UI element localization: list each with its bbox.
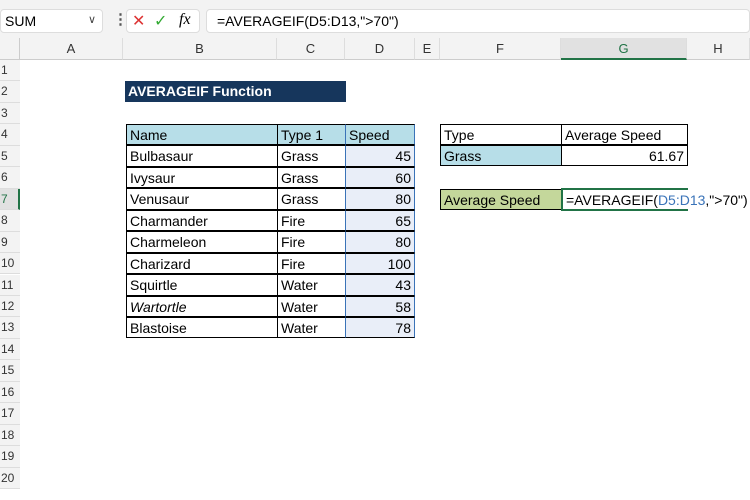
table-cell[interactable]: Grass	[277, 188, 346, 210]
avg-speed-label[interactable]: Average Speed	[440, 189, 562, 211]
formula-part: ,">70")	[705, 192, 748, 208]
table-header[interactable]: Name	[126, 124, 278, 146]
row-header-5[interactable]: 5	[0, 145, 20, 168]
summary-header-avg[interactable]: Average Speed	[561, 124, 688, 146]
table-cell[interactable]: Water	[277, 274, 346, 296]
table-cell[interactable]: Charmeleon	[126, 231, 278, 253]
table-cell[interactable]: 78	[345, 317, 415, 339]
row-header-13[interactable]: 13	[0, 317, 20, 339]
table-cell[interactable]: Charmander	[126, 209, 278, 232]
column-header-E[interactable]: E	[415, 38, 440, 60]
row-header-20[interactable]: 20	[0, 467, 20, 489]
table-cell[interactable]: Fire	[277, 231, 346, 253]
table-cell[interactable]: 65	[345, 209, 415, 232]
chevron-down-icon[interactable]: ∨	[88, 13, 96, 26]
formula-toolbar: SUM ∨ ⋮ ✕ ✓ fx =AVERAGEIF(D5:D13,">70")	[0, 0, 750, 38]
summary-type[interactable]: Grass	[440, 145, 562, 167]
select-all[interactable]	[0, 38, 20, 60]
row-header-12[interactable]: 12	[0, 295, 20, 318]
column-header-A[interactable]: A	[20, 38, 123, 60]
table-cell[interactable]: Fire	[277, 252, 346, 275]
insert-function-icon[interactable]: fx	[179, 11, 191, 29]
column-header-G[interactable]: G	[561, 38, 687, 60]
name-box-value: SUM	[5, 13, 37, 29]
table-cell[interactable]: 100	[345, 252, 415, 275]
row-header-19[interactable]: 19	[0, 446, 20, 468]
table-cell[interactable]: Blastoise	[126, 317, 278, 339]
table-header[interactable]: Type 1	[277, 124, 346, 146]
column-header-C[interactable]: C	[277, 38, 345, 60]
row-header-6[interactable]: 6	[0, 167, 20, 189]
column-header-B[interactable]: B	[123, 38, 277, 60]
table-cell[interactable]: Wartortle	[126, 295, 278, 317]
column-header-F[interactable]: F	[440, 38, 561, 60]
title-cell[interactable]: AVERAGEIF Function	[125, 81, 346, 103]
summary-avg[interactable]: 61.67	[561, 145, 688, 167]
table-cell[interactable]: Ivysaur	[126, 166, 278, 189]
row-header-15[interactable]: 15	[0, 360, 20, 382]
formula-range-ref: D5:D13	[657, 192, 706, 208]
table-header[interactable]: Speed	[345, 124, 415, 146]
table-cell[interactable]: 80	[345, 231, 415, 253]
table-cell[interactable]: Venusaur	[126, 188, 278, 210]
formula-input[interactable]: =AVERAGEIF(D5:D13,">70")	[206, 9, 750, 33]
row-header-18[interactable]: 18	[0, 424, 20, 447]
column-header-D[interactable]: D	[345, 38, 415, 60]
row-header-9[interactable]: 9	[0, 231, 20, 254]
enter-icon[interactable]: ✓	[154, 11, 167, 31]
row-header-2[interactable]: 2	[0, 81, 20, 103]
row-header-7[interactable]: 7	[0, 188, 20, 211]
row-header-10[interactable]: 10	[0, 253, 20, 275]
cancel-icon[interactable]: ✕	[132, 11, 145, 31]
row-header-4[interactable]: 4	[0, 124, 20, 146]
table-cell[interactable]: Fire	[277, 209, 346, 232]
table-cell[interactable]: Bulbasaur	[126, 145, 278, 167]
table-cell[interactable]: Grass	[277, 166, 346, 189]
table-cell[interactable]: Water	[277, 317, 346, 339]
table-cell[interactable]: 43	[345, 274, 415, 296]
formula-part: =AVERAGEIF(	[566, 192, 658, 208]
summary-header-type[interactable]: Type	[440, 124, 562, 146]
row-header-1[interactable]: 1	[0, 60, 20, 82]
table-cell[interactable]: 60	[345, 166, 415, 189]
active-cell-editor[interactable]: =AVERAGEIF(D5:D13,">70")	[561, 188, 748, 211]
table-cell[interactable]: Water	[277, 295, 346, 317]
formula-buttons: ✕ ✓ fx	[126, 9, 200, 33]
row-header-3[interactable]: 3	[0, 102, 20, 125]
row-header-8[interactable]: 8	[0, 210, 20, 232]
table-cell[interactable]: Charizard	[126, 252, 278, 275]
row-header-17[interactable]: 17	[0, 403, 20, 425]
row-header-14[interactable]: 14	[0, 338, 20, 361]
table-cell[interactable]: Grass	[277, 145, 346, 167]
table-cell[interactable]: 58	[345, 295, 415, 317]
table-cell[interactable]: 80	[345, 188, 415, 210]
row-header-11[interactable]: 11	[0, 274, 20, 296]
column-header-H[interactable]: H	[687, 38, 750, 60]
row-header-16[interactable]: 16	[0, 381, 20, 404]
name-box[interactable]: SUM ∨	[0, 9, 103, 33]
table-cell[interactable]: Squirtle	[126, 274, 278, 296]
table-cell[interactable]: 45	[345, 145, 415, 167]
